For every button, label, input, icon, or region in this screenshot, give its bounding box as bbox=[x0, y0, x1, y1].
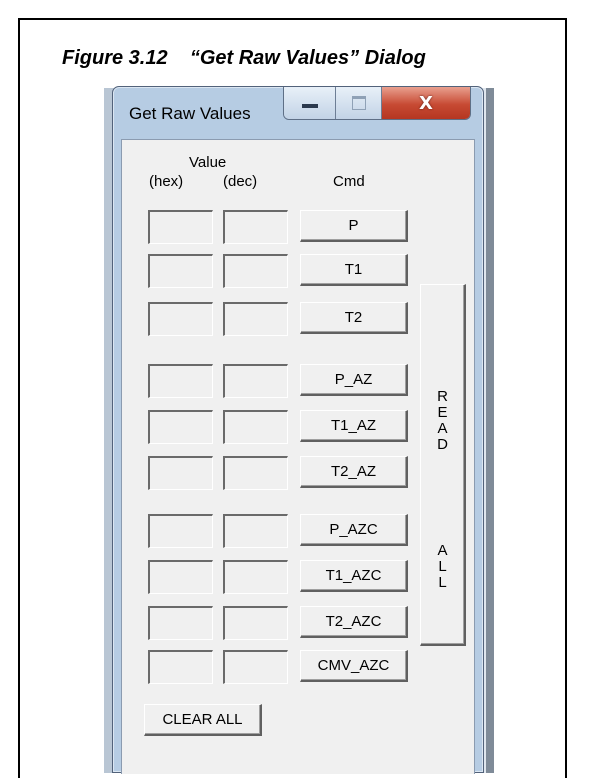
dec-field-t1-azc[interactable] bbox=[223, 560, 288, 594]
cmd-button-t2-az[interactable]: T2_AZ bbox=[300, 456, 408, 488]
title-bar[interactable]: Get Raw Values X bbox=[113, 87, 483, 139]
dec-field-t1-az[interactable] bbox=[223, 410, 288, 444]
dec-field-t2-az[interactable] bbox=[223, 456, 288, 490]
dialog-title: Get Raw Values bbox=[129, 104, 251, 123]
dec-field-p[interactable] bbox=[223, 210, 288, 244]
close-icon: X bbox=[419, 92, 433, 114]
dialog-client-area: Value (hex) (dec) Cmd P T1 T2 P_AZ T1_AZ… bbox=[121, 139, 475, 774]
read-all-label-all: A L L bbox=[437, 542, 448, 591]
get-raw-values-dialog: Get Raw Values X Value (hex) (dec) Cmd P… bbox=[112, 86, 484, 774]
cmd-button-t1-az[interactable]: T1_AZ bbox=[300, 410, 408, 442]
minimize-button[interactable] bbox=[284, 87, 336, 119]
maximize-button[interactable] bbox=[336, 87, 382, 119]
cmd-button-p-az[interactable]: P_AZ bbox=[300, 364, 408, 396]
minimize-icon bbox=[301, 104, 318, 108]
dec-field-p-azc[interactable] bbox=[223, 514, 288, 548]
clear-all-button[interactable]: CLEAR ALL bbox=[144, 704, 262, 736]
cmd-header: Cmd bbox=[333, 173, 365, 190]
dec-field-t2-azc[interactable] bbox=[223, 606, 288, 640]
hex-field-cmv-azc[interactable] bbox=[148, 650, 213, 684]
background-window-scrollbar bbox=[486, 88, 494, 773]
hex-header: (hex) bbox=[149, 173, 184, 190]
dec-field-t2[interactable] bbox=[223, 302, 288, 336]
value-header: Value bbox=[189, 154, 227, 171]
read-all-button[interactable]: R E A D A L L bbox=[420, 284, 466, 646]
figure-caption: Figure 3.12 “Get Raw Values” Dialog bbox=[62, 47, 426, 69]
hex-field-t2-azc[interactable] bbox=[148, 606, 213, 640]
hex-field-p-azc[interactable] bbox=[148, 514, 213, 548]
cmd-button-cmv-azc[interactable]: CMV_AZC bbox=[300, 650, 408, 682]
read-all-label-read: R E A D bbox=[437, 388, 448, 453]
hex-field-p-az[interactable] bbox=[148, 364, 213, 398]
close-button[interactable]: X bbox=[382, 87, 470, 119]
cmd-button-t1[interactable]: T1 bbox=[300, 254, 408, 286]
dec-header: (dec) bbox=[223, 173, 258, 190]
dec-field-t1[interactable] bbox=[223, 254, 288, 288]
hex-field-t1-az[interactable] bbox=[148, 410, 213, 444]
cmd-button-t2-azc[interactable]: T2_AZC bbox=[300, 606, 408, 638]
hex-field-p[interactable] bbox=[148, 210, 213, 244]
cmd-button-p-azc[interactable]: P_AZC bbox=[300, 514, 408, 546]
hex-field-t1-azc[interactable] bbox=[148, 560, 213, 594]
hex-field-t2-az[interactable] bbox=[148, 456, 213, 490]
hex-field-t1[interactable] bbox=[148, 254, 213, 288]
cmd-button-t1-azc[interactable]: T1_AZC bbox=[300, 560, 408, 592]
cmd-button-t2[interactable]: T2 bbox=[300, 302, 408, 334]
cmd-button-p[interactable]: P bbox=[300, 210, 408, 242]
window-controls: X bbox=[283, 87, 471, 120]
hex-field-t2[interactable] bbox=[148, 302, 213, 336]
dec-field-p-az[interactable] bbox=[223, 364, 288, 398]
dec-field-cmv-azc[interactable] bbox=[223, 650, 288, 684]
maximize-icon bbox=[351, 96, 366, 110]
